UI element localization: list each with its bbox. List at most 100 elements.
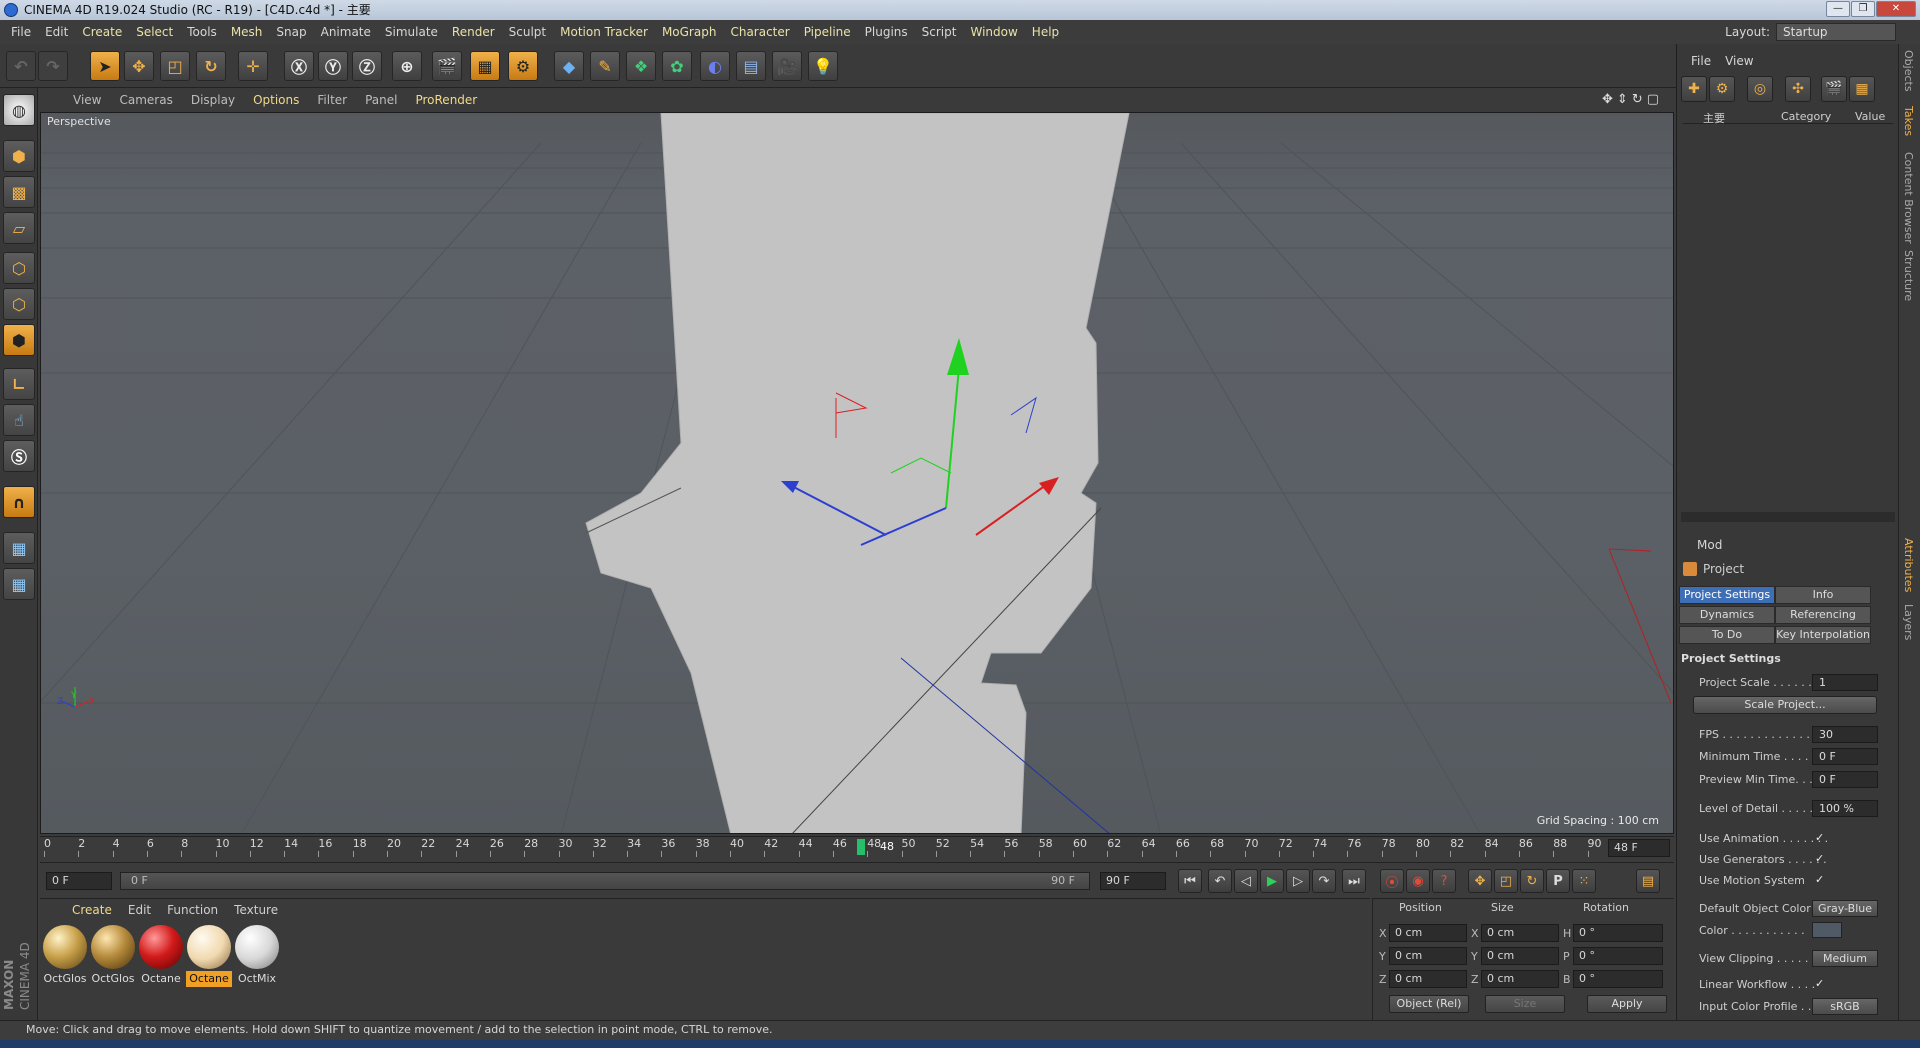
menu-simulate[interactable]: Simulate (378, 25, 445, 39)
timeline-ruler[interactable]: 0 2 4 6 8 10 12 14 16 18 20 22 24 26 28 30 32 34 36 38 40 42 4… (40, 836, 1674, 860)
snap-icon[interactable]: ∩ (3, 486, 35, 518)
pos-x-field[interactable]: 0 cm (1389, 924, 1467, 942)
render-view-icon[interactable]: 🎬 (432, 51, 462, 81)
size-y-field[interactable]: 0 cm (1481, 947, 1559, 965)
undo-icon[interactable]: ↶ (6, 51, 36, 81)
side-tab-content-browser[interactable]: Content Browser (1902, 152, 1915, 244)
render-settings-icon[interactable]: ⚙ (508, 51, 538, 81)
viewport-menu-panel[interactable]: Panel (356, 93, 406, 107)
rot-h-field[interactable]: 0 ° (1573, 924, 1663, 942)
level-of-detail-field[interactable]: 100 % (1812, 800, 1878, 817)
viewport-menu-display[interactable]: Display (182, 93, 244, 107)
menu-file[interactable]: File (4, 25, 38, 39)
pos-y-field[interactable]: 0 cm (1389, 947, 1467, 965)
menu-animate[interactable]: Animate (314, 25, 378, 39)
fps-field[interactable]: 30 (1812, 726, 1878, 743)
menu-render[interactable]: Render (445, 25, 502, 39)
previous-frame-icon[interactable]: ◁ (1234, 869, 1258, 893)
z-axis-lock-icon[interactable]: Ⓩ (352, 51, 382, 81)
quantize-icon[interactable]: ▦ (3, 568, 35, 600)
preview-range-slider[interactable]: 0 F 90 F (120, 872, 1090, 890)
timeline-window-icon[interactable]: ▤ (1636, 869, 1660, 893)
object-tool-icon[interactable]: 🎬 (1821, 76, 1847, 102)
viewport-menu-options[interactable]: Options (244, 93, 308, 107)
viewport-navigation-icons[interactable]: ✥⇕↻▢ (1593, 92, 1672, 107)
solo-mode-icon[interactable]: Ⓢ (3, 440, 35, 472)
next-key-icon[interactable]: ↷ (1312, 869, 1336, 893)
make-editable-icon[interactable]: ◍ (3, 94, 35, 126)
rot-b-field[interactable]: 0 ° (1573, 970, 1663, 988)
tab-project-settings[interactable]: Project Settings (1679, 586, 1775, 604)
light-icon[interactable]: 💡 (808, 51, 838, 81)
points-mode-icon[interactable]: ⬡ (3, 252, 35, 284)
size-mode-dropdown[interactable]: Size (1485, 995, 1565, 1013)
attributes-mode-menu[interactable]: Mod (1697, 538, 1722, 552)
axis-mode-icon[interactable]: ∟ (3, 368, 35, 400)
tweak-mode-icon[interactable]: ☝ (3, 404, 35, 436)
view-clipping-dropdown[interactable]: Medium (1812, 950, 1878, 967)
object-tool-icon[interactable]: ✚ (1681, 76, 1707, 102)
menu-motion-tracker[interactable]: Motion Tracker (553, 25, 655, 39)
perspective-viewport[interactable]: Perspective Y X Z Grid Spacing : 100 cm (40, 112, 1674, 834)
move-tool-icon[interactable]: ✥ (124, 51, 154, 81)
coordinate-system-icon[interactable]: ⊕ (392, 51, 422, 81)
y-axis-lock-icon[interactable]: Ⓨ (318, 51, 348, 81)
subdivision-surface-icon[interactable]: ❖ (626, 51, 656, 81)
menu-create[interactable]: Create (75, 25, 129, 39)
menu-script[interactable]: Script (915, 25, 964, 39)
tab-info[interactable]: Info (1775, 586, 1871, 604)
pen-spline-icon[interactable]: ✎ (590, 51, 620, 81)
redo-icon[interactable]: ↷ (38, 51, 68, 81)
object-tool-icon[interactable]: ▦ (1849, 76, 1875, 102)
tab-key-interpolation[interactable]: Key Interpolation (1775, 626, 1871, 644)
use-generators-checkbox[interactable]: ✓ (1815, 853, 1827, 865)
use-motion-system-checkbox[interactable]: ✓ (1815, 874, 1827, 886)
apply-button[interactable]: Apply (1587, 995, 1667, 1013)
material-menu-function[interactable]: Function (159, 903, 226, 917)
record-parameter-button[interactable]: P (1546, 869, 1570, 893)
rot-p-field[interactable]: 0 ° (1573, 947, 1663, 965)
record-pla-icon[interactable]: ⁙ (1572, 869, 1596, 893)
scale-tool-icon[interactable]: ◰ (160, 51, 190, 81)
model-mode-icon[interactable]: ⬢ (3, 140, 35, 172)
size-z-field[interactable]: 0 cm (1481, 970, 1559, 988)
material-swatch[interactable]: OctGlos (90, 925, 136, 985)
floor-icon[interactable]: ▤ (736, 51, 766, 81)
workplane-lock-icon[interactable]: ▦ (3, 532, 35, 564)
play-forward-icon[interactable]: ▶ (1260, 869, 1284, 893)
objects-scrollbar[interactable] (1681, 512, 1895, 522)
viewport-menu-view[interactable]: View (64, 93, 110, 107)
menu-character[interactable]: Character (723, 25, 796, 39)
objects-menu-view[interactable]: View (1725, 54, 1753, 68)
project-scale-field[interactable]: 1 (1812, 674, 1878, 691)
material-menu-edit[interactable]: Edit (120, 903, 159, 917)
default-object-color-dropdown[interactable]: Gray-Blue (1812, 900, 1878, 917)
rotate-tool-icon[interactable]: ↻ (196, 51, 226, 81)
texture-mode-icon[interactable]: ▩ (3, 176, 35, 208)
input-color-profile-dropdown[interactable]: sRGB (1812, 998, 1878, 1015)
linear-workflow-checkbox[interactable]: ✓ (1815, 978, 1827, 990)
x-axis-lock-icon[interactable]: Ⓧ (284, 51, 314, 81)
next-frame-icon[interactable]: ▷ (1286, 869, 1310, 893)
material-menu-texture[interactable]: Texture (226, 903, 286, 917)
go-to-start-icon[interactable]: ⏮ (1178, 869, 1202, 893)
record-position-icon[interactable]: ✥ (1468, 869, 1492, 893)
objects-menu-file[interactable]: File (1691, 54, 1711, 68)
current-frame-field[interactable]: 48 F (1608, 839, 1670, 857)
folded-paper-mesh[interactable] (585, 113, 1130, 834)
timeline-playhead[interactable] (857, 839, 866, 855)
camera-icon[interactable]: 🎥 (772, 51, 802, 81)
preview-min-time-field[interactable]: 0 F (1812, 771, 1878, 788)
menu-tools[interactable]: Tools (180, 25, 224, 39)
viewport-menu-cameras[interactable]: Cameras (110, 93, 181, 107)
side-tab-layers[interactable]: Layers (1902, 604, 1915, 640)
cube-primitive-icon[interactable]: ◆ (554, 51, 584, 81)
viewport-menu-filter[interactable]: Filter (308, 93, 356, 107)
side-tab-takes[interactable]: Takes (1902, 106, 1915, 136)
object-tool-icon[interactable]: ◎ (1747, 76, 1773, 102)
record-rotation-icon[interactable]: ↻ (1520, 869, 1544, 893)
use-animation-checkbox[interactable]: ✓ (1815, 832, 1827, 844)
end-frame-field[interactable]: 90 F (1100, 872, 1166, 890)
material-swatch[interactable]: Octane (186, 925, 232, 987)
keyframe-selection-icon[interactable]: ? (1432, 869, 1456, 893)
